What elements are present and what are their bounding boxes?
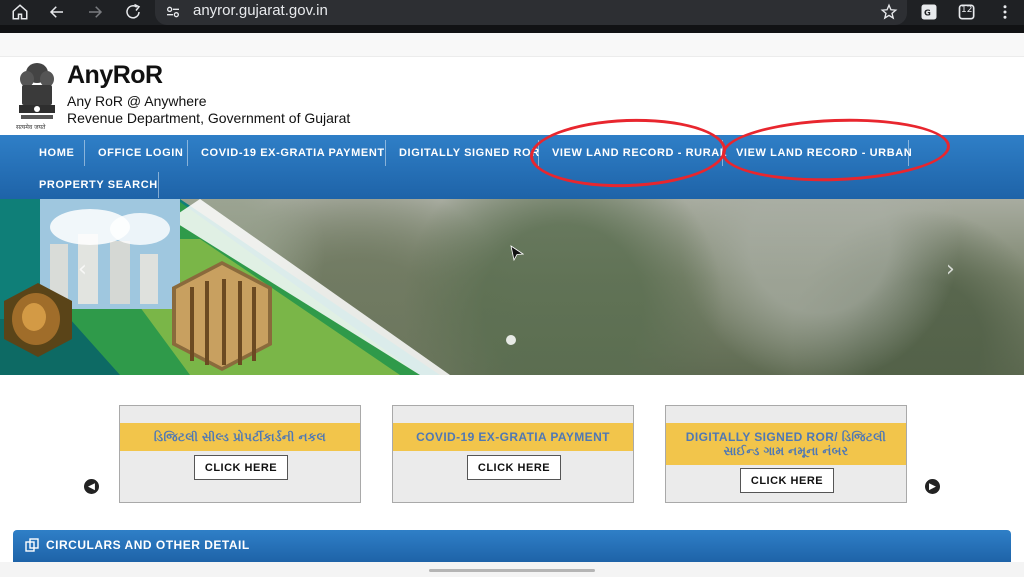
click-here-button[interactable]: CLICK HERE [740,468,834,493]
site-header: सत्यमेव जयते AnyRoR Any RoR @ Anywhere R… [0,57,1024,135]
site-tagline: Any RoR @ Anywhere [67,93,207,109]
click-here-button[interactable]: CLICK HERE [467,455,561,480]
card-title: DIGITALLY SIGNED ROR/ ડિજિટલી સાઈન્ડ ગામ… [666,423,906,465]
nav-divider [908,140,909,166]
banner-next-icon[interactable]: › [946,257,955,282]
address-bar[interactable]: anyror.gujarat.gov.in [155,0,907,25]
home-icon[interactable] [8,0,32,24]
tab-count-icon[interactable]: 12 [955,0,979,24]
gesture-home-indicator[interactable] [429,569,595,572]
site-department: Revenue Department, Government of Gujara… [67,110,351,126]
nav-divider [158,172,159,198]
nav-land-record-rural[interactable]: VIEW LAND RECORD - RURAL [539,137,740,169]
back-arrow-icon[interactable] [45,0,69,24]
translate-icon[interactable]: G [917,0,941,24]
circulars-section-header[interactable]: CIRCULARS AND OTHER DETAIL [13,530,1011,562]
banner-prev-icon[interactable]: ‹ [78,257,87,282]
tab-count: 12 [961,5,973,15]
card-property-card: ડિજિટલી સીલ્ડ પ્રોપર્ટીકાર્ડની નકલ CLICK… [119,405,361,503]
forward-arrow-icon[interactable] [83,0,107,24]
card-title: ડિજિટલી સીલ્ડ પ્રોપર્ટીકાર્ડની નકલ [120,423,360,451]
copy-documents-icon [25,538,39,552]
nav-digitally-signed-ror[interactable]: DIGITALLY SIGNED ROR [386,137,553,169]
national-emblem-icon [19,63,55,119]
banner-indicator-dot[interactable] [506,335,516,345]
mouse-cursor-icon [510,245,524,261]
site-info-icon[interactable] [161,0,185,24]
nav-land-record-urban[interactable]: VIEW LAND RECORD - URBAN [723,137,925,169]
hero-banner: ‹ › [0,199,1024,375]
nav-home[interactable]: HOME [26,137,87,169]
carousel-next-icon[interactable]: ▶ [925,479,940,494]
card-digitally-signed-ror: DIGITALLY SIGNED ROR/ ડિજિટલી સાઈન્ડ ગામ… [665,405,907,503]
banner-collage [0,199,450,375]
quick-links-carousel: ◀ ડિજિટલી સીલ્ડ પ્રોપર્ટીકાર્ડની નકલ CLI… [0,375,1024,554]
nav-covid-payment[interactable]: COVID-19 EX-GRATIA PAYMENT [188,137,398,169]
web-page: सत्यमेव जयते AnyRoR Any RoR @ Anywhere R… [0,33,1024,577]
nav-property-search[interactable]: PROPERTY SEARCH [26,169,171,201]
site-title: AnyRoR [67,61,163,89]
click-here-button[interactable]: CLICK HERE [194,455,288,480]
top-strip [0,33,1024,57]
carousel-prev-icon[interactable]: ◀ [84,479,99,494]
reload-icon[interactable] [121,0,145,24]
card-covid-payment: COVID-19 EX-GRATIA PAYMENT CLICK HERE [392,405,634,503]
main-navigation: HOME OFFICE LOGIN COVID-19 EX-GRATIA PAY… [0,115,1024,201]
emblem-caption: सत्यमेव जयते [16,124,46,131]
more-menu-icon[interactable] [993,0,1017,24]
circulars-title: CIRCULARS AND OTHER DETAIL [46,538,250,552]
url-text[interactable]: anyror.gujarat.gov.in [193,2,328,19]
browser-bottom-edge [0,25,1024,33]
nav-office-login[interactable]: OFFICE LOGIN [85,137,196,169]
svg-text:G: G [924,7,931,17]
bookmark-star-icon[interactable] [877,0,901,24]
card-title: COVID-19 EX-GRATIA PAYMENT [393,423,633,451]
